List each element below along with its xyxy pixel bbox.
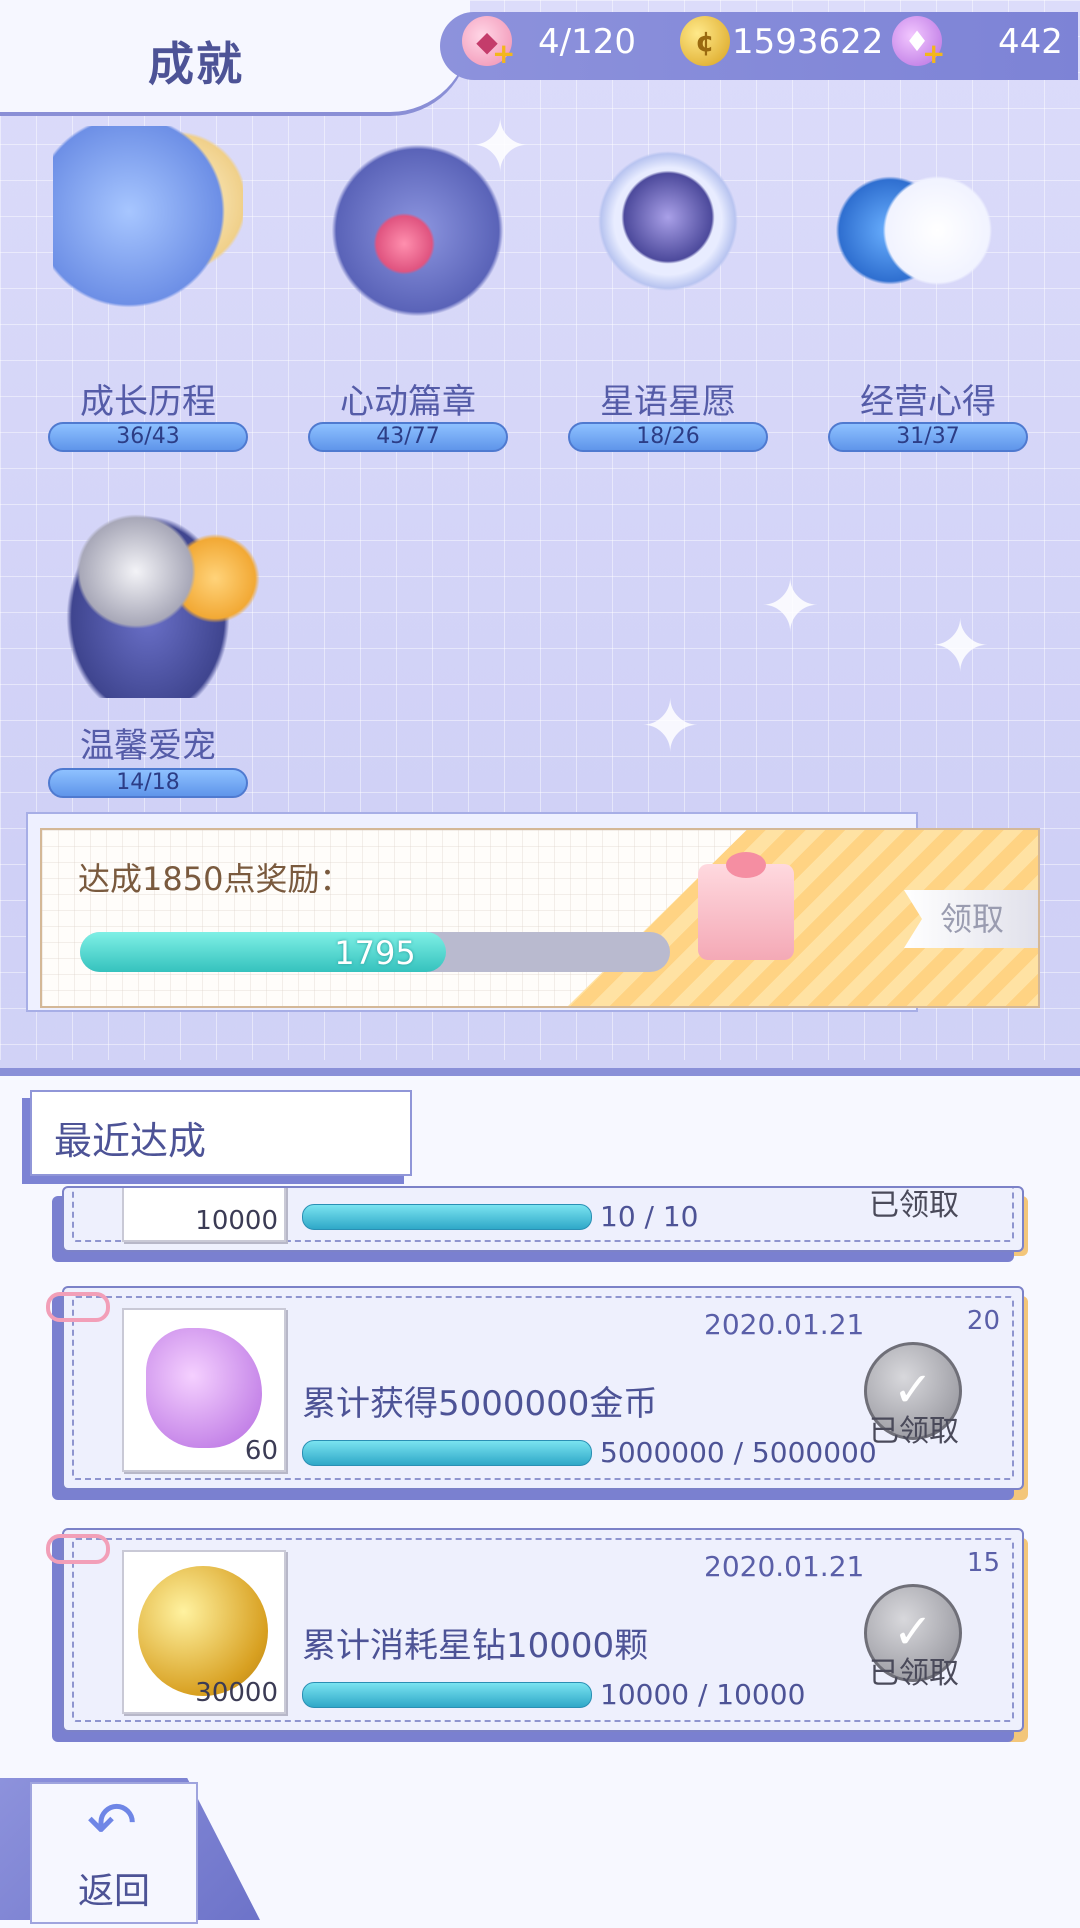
card-date: 2020.01.21 <box>704 1550 865 1583</box>
claimed-label: 已领取 <box>869 1188 959 1223</box>
category-starwish[interactable]: 星语星愿 18/26 <box>568 126 768 456</box>
achievement-card: 30000 2020.01.21 15 累计消耗星钻10000颗 10000 /… <box>62 1528 1024 1732</box>
card-progress-text: 10 / 10 <box>600 1200 699 1233</box>
sparkle-icon: ✦ <box>640 684 701 768</box>
paperclip-icon <box>46 1534 110 1564</box>
add-icon[interactable]: + <box>492 40 516 68</box>
card-progress-text: 10000 / 10000 <box>600 1678 806 1711</box>
rose-hourglass-icon <box>53 126 243 316</box>
item-count: 60 <box>244 1436 278 1466</box>
card-progress-bar <box>302 1204 592 1230</box>
recent-header: 最近达成 <box>30 1090 412 1176</box>
achievement-card: 60 2020.01.21 20 累计获得5000000金币 5000000 /… <box>62 1286 1024 1490</box>
claimed-label: 已领取 <box>869 1414 959 1449</box>
card-progress-text: 5000000 / 5000000 <box>600 1436 877 1469</box>
cake-count: 4/120 <box>538 22 636 62</box>
teacup-flowers-icon <box>833 126 1023 316</box>
title-tab: 成就 <box>0 0 470 112</box>
return-arrow-icon: ↶ <box>86 1789 138 1859</box>
card-description: 累计消耗星钻10000颗 <box>302 1626 649 1666</box>
coin-icon: ¢ <box>680 16 730 66</box>
coin-count: 1593622 <box>732 22 884 62</box>
category-heartbeat[interactable]: 心动篇章 43/77 <box>308 126 508 456</box>
back-label: 返回 <box>77 1871 150 1912</box>
category-progress: 31/37 <box>828 422 1028 452</box>
back-button[interactable]: ↶ 返回 <box>30 1782 198 1924</box>
item-box: 10000 <box>122 1188 286 1242</box>
category-pet[interactable]: 温馨爱宠 14/18 <box>28 468 268 798</box>
card-points: 20 <box>966 1306 1000 1336</box>
reward-panel: 达成1850点奖励： 1795 领取 <box>40 828 1040 1008</box>
item-count: 10000 <box>195 1206 278 1236</box>
reward-progress-value: 1795 <box>334 934 416 972</box>
category-label: 经营心得 <box>860 382 996 422</box>
swan-crystal-icon <box>146 1328 262 1448</box>
category-label: 成长历程 <box>80 382 216 422</box>
item-count: 30000 <box>195 1678 278 1708</box>
category-label: 温馨爱宠 <box>80 726 216 766</box>
reward-title: 达成1850点奖励： <box>78 860 352 898</box>
heart-locket-box-icon <box>313 126 503 316</box>
category-business[interactable]: 经营心得 31/37 <box>828 126 1028 456</box>
category-progress: 36/43 <box>48 422 248 452</box>
gift-box-icon <box>698 864 794 960</box>
top-bar: 成就 ◆ + 4/120 ¢ 1593622 ♦ + 442 <box>0 0 1080 116</box>
item-box: 60 <box>122 1308 286 1472</box>
sparkle-icon: ✦ <box>930 604 991 688</box>
gift-bow-icon <box>726 852 766 878</box>
swan-count: 442 <box>998 22 1063 62</box>
recent-title: 最近达成 <box>54 1119 207 1163</box>
add-icon[interactable]: + <box>922 40 946 68</box>
page-title: 成就 <box>148 37 244 91</box>
claimed-label: 已领取 <box>869 1656 959 1691</box>
claim-button[interactable]: 领取 <box>904 890 1038 948</box>
category-progress: 14/18 <box>48 768 248 798</box>
paperclip-icon <box>46 1292 110 1322</box>
achievement-card: 10000 10 / 10 已领取 <box>62 1186 1024 1252</box>
card-progress-bar <box>302 1440 592 1466</box>
category-label: 星语星愿 <box>600 382 736 422</box>
category-growth[interactable]: 成长历程 36/43 <box>48 126 248 456</box>
card-progress-bar <box>302 1682 592 1708</box>
resource-swan[interactable]: ♦ + 442 <box>892 16 1072 72</box>
item-box: 30000 <box>122 1550 286 1714</box>
sparkle-icon: ✦ <box>760 564 821 648</box>
cat-cushion-icon <box>28 468 268 698</box>
category-progress: 43/77 <box>308 422 508 452</box>
coin-icon <box>138 1566 268 1696</box>
card-description: 累计获得5000000金币 <box>302 1384 658 1424</box>
star-globe-icon <box>573 126 763 316</box>
category-label: 心动篇章 <box>340 382 476 422</box>
card-points: 15 <box>966 1548 1000 1578</box>
resource-coin[interactable]: ¢ 1593622 <box>680 16 883 72</box>
card-date: 2020.01.21 <box>704 1308 865 1341</box>
category-progress: 18/26 <box>568 422 768 452</box>
resource-cake[interactable]: ◆ + 4/120 <box>462 16 642 72</box>
